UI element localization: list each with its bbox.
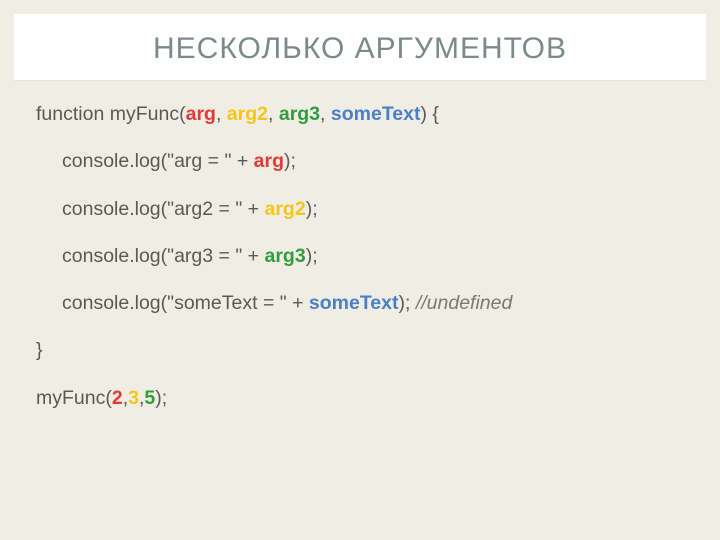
param-sometext: someText — [331, 103, 421, 125]
brace-close: } — [36, 339, 43, 361]
comment-undefined: //undefined — [416, 292, 513, 314]
call-arg1: 2 — [112, 387, 123, 409]
func-name: myFunc — [110, 103, 179, 125]
code-line-close-brace: } — [36, 337, 686, 364]
param-arg3: arg3 — [279, 103, 320, 125]
var-arg: arg — [254, 150, 284, 172]
var-arg3: arg3 — [265, 245, 306, 267]
var-sometext: someText — [309, 292, 399, 314]
comma: , — [268, 103, 279, 125]
plus: + — [242, 198, 264, 220]
paren-close-semi: ); — [306, 198, 318, 220]
call-name: myFunc( — [36, 387, 112, 409]
call-arg3: 5 — [144, 387, 155, 409]
console-log: console.log( — [62, 198, 167, 220]
console-log: console.log( — [62, 150, 167, 172]
code-line-log-arg3: console.log("arg3 = " + arg3); — [36, 243, 686, 270]
paren-close-semi: ); — [399, 292, 411, 314]
code-line-log-arg: console.log("arg = " + arg); — [36, 148, 686, 175]
title-container: НЕСКОЛЬКО АРГУМЕНТОВ — [14, 14, 706, 81]
string-literal: "arg3 = " — [167, 245, 242, 267]
slide-title: НЕСКОЛЬКО АРГУМЕНТОВ — [34, 32, 686, 66]
code-line-func-decl: function myFunc(arg, arg2, arg3, someTex… — [36, 101, 686, 128]
console-log: console.log( — [62, 292, 167, 314]
code-line-log-sometext: console.log("someText = " + someText); /… — [36, 290, 686, 317]
paren-close-semi: ); — [306, 245, 318, 267]
paren-close-semi: ); — [155, 387, 167, 409]
string-literal: "arg2 = " — [167, 198, 242, 220]
console-log: console.log( — [62, 245, 167, 267]
plus: + — [231, 150, 253, 172]
keyword-function: function — [36, 103, 104, 125]
slide: НЕСКОЛЬКО АРГУМЕНТОВ function myFunc(arg… — [14, 14, 706, 526]
comma: , — [320, 103, 331, 125]
string-literal: "arg = " — [167, 150, 231, 172]
plus: + — [242, 245, 264, 267]
code-line-call: myFunc(2,3,5); — [36, 385, 686, 412]
paren-close-brace: ) { — [420, 103, 438, 125]
call-arg2: 3 — [128, 387, 139, 409]
string-literal: "someText = " — [167, 292, 287, 314]
comma: , — [216, 103, 227, 125]
param-arg: arg — [186, 103, 216, 125]
code-block: function myFunc(arg, arg2, arg3, someTex… — [14, 101, 706, 412]
plus: + — [287, 292, 309, 314]
paren-close-semi: ); — [284, 150, 296, 172]
code-line-log-arg2: console.log("arg2 = " + arg2); — [36, 196, 686, 223]
var-arg2: arg2 — [265, 198, 306, 220]
param-arg2: arg2 — [227, 103, 268, 125]
